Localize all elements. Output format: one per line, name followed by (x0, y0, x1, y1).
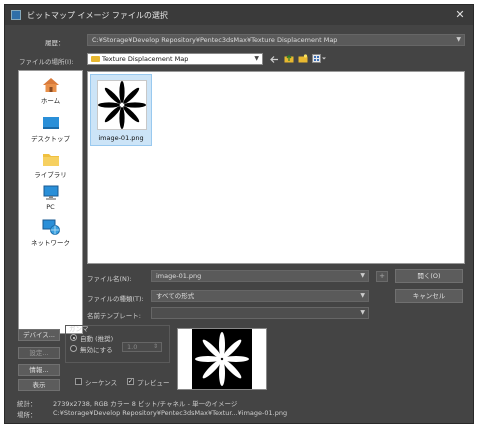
folder-icon (91, 56, 100, 62)
window-title: ビットマップ イメージ ファイルの選択 (27, 11, 168, 20)
view-button[interactable]: 表示 (18, 379, 60, 391)
preview-checkbox[interactable]: ✓ (127, 378, 134, 385)
file-list: image-01.png (87, 71, 465, 264)
location-value: Texture Displacement Map (102, 55, 189, 63)
sidebar-item-label: ホーム (40, 97, 61, 105)
stats-label: 統計： (17, 400, 37, 408)
filetype-label: ファイルの種類(T): (87, 295, 144, 303)
spinner-arrows-icon: ⇕ (152, 343, 158, 350)
sidebar-item-label: デスクトップ (31, 135, 70, 143)
chevron-down-icon: ▼ (254, 55, 259, 62)
filetype-value: すべての形式 (156, 292, 195, 300)
sidebar-item-home[interactable]: ホーム (19, 77, 82, 105)
desktop-icon (42, 115, 60, 131)
template-label: 名前テンプレート: (87, 312, 141, 320)
preview-label: プレビュー (137, 379, 170, 387)
app-icon (11, 10, 21, 20)
history-dropdown[interactable]: C:¥Storage¥Develop Repository¥Pentec3dsM… (87, 34, 465, 46)
filename-input[interactable]: image-01.png ▼ (151, 270, 369, 282)
file-item[interactable]: image-01.png (90, 74, 152, 146)
location-stat-label: 場所： (17, 411, 37, 419)
file-dialog: ビットマップ イメージ ファイルの選択 ✕ 履歴： C:¥Storage¥Dev… (4, 4, 474, 424)
settings-button[interactable]: 設定... (18, 347, 60, 359)
sidebar-item-label: ライブラリ (34, 171, 67, 179)
new-folder-icon[interactable] (298, 54, 308, 63)
devices-button[interactable]: デバイス... (18, 329, 60, 341)
places-sidebar: ホーム デスクトップ ライブラリ PC ネットワーク (18, 70, 83, 334)
location-stat-value: C:¥Storage¥Develop Repository¥Pentec3dsM… (53, 409, 288, 417)
history-value: C:¥Storage¥Develop Repository¥Pentec3dsM… (92, 36, 338, 44)
history-label: 履歴： (45, 39, 65, 47)
sidebar-item-library[interactable]: ライブラリ (19, 151, 82, 179)
open-button[interactable]: 開く(O) (395, 269, 463, 283)
sidebar-item-desktop[interactable]: デスクトップ (19, 115, 82, 143)
filename-label: ファイル名(N): (87, 275, 132, 283)
library-icon (42, 151, 60, 167)
up-folder-icon[interactable] (284, 54, 294, 63)
gamma-auto-radio[interactable] (70, 334, 77, 341)
network-icon (42, 219, 60, 235)
sidebar-item-label: PC (46, 203, 55, 211)
gamma-value-spinner[interactable]: 1.0 ⇕ (122, 342, 162, 352)
info-button[interactable]: 情報... (18, 364, 60, 376)
location-dropdown[interactable]: Texture Displacement Map ▼ (87, 53, 263, 65)
chevron-down-icon: ▼ (360, 292, 365, 299)
add-button[interactable]: + (376, 271, 388, 282)
stats-value: 2739x2738, RGB カラー 8 ビット/チャネル - 単一のイメージ (53, 400, 238, 408)
chevron-down-icon: ▼ (360, 309, 365, 316)
image-preview (177, 328, 267, 390)
cancel-button[interactable]: キャンセル (395, 289, 463, 303)
sequence-checkbox[interactable] (75, 378, 82, 385)
pc-icon (42, 185, 60, 201)
location-label: ファイルの場所(I): (19, 58, 74, 66)
sidebar-item-label: ネットワーク (31, 239, 70, 247)
chevron-down-icon: ▼ (456, 36, 461, 43)
title-bar: ビットマップ イメージ ファイルの選択 ✕ (5, 5, 473, 25)
filename-value: image-01.png (156, 272, 202, 280)
gamma-override-radio[interactable] (70, 345, 77, 352)
home-icon (42, 77, 60, 93)
sidebar-item-network[interactable]: ネットワーク (19, 219, 82, 247)
gamma-value: 1.0 (127, 343, 138, 351)
file-name: image-01.png (98, 134, 144, 142)
gamma-auto-label: 自動 (推奨) (80, 335, 114, 343)
sequence-label: シーケンス (85, 379, 118, 387)
template-dropdown[interactable]: ▼ (151, 307, 369, 319)
file-thumbnail (97, 80, 147, 130)
filetype-dropdown[interactable]: すべての形式 ▼ (151, 290, 369, 302)
gamma-override-label: 無効にする (80, 346, 113, 354)
view-menu-icon[interactable] (312, 54, 326, 63)
close-button[interactable]: ✕ (453, 8, 467, 22)
chevron-down-icon: ▼ (360, 272, 365, 279)
sidebar-item-pc[interactable]: PC (19, 185, 82, 211)
back-arrow-icon[interactable] (269, 55, 279, 64)
